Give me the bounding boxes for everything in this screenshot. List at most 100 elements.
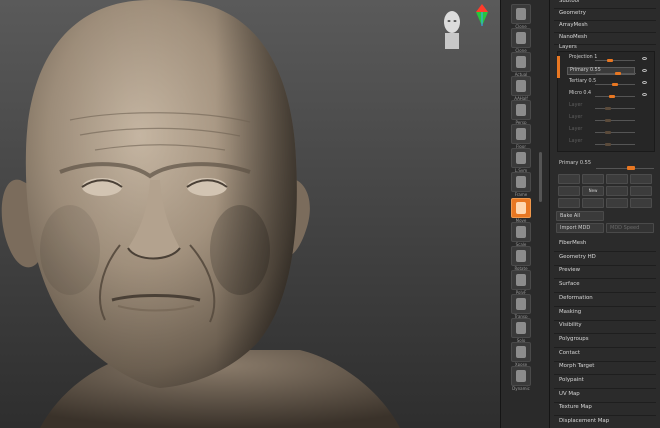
layer-row[interactable]: Layer <box>567 103 635 111</box>
layers-panel: Projection 1 Primary 0.55 Tertiary 0.5 Micr… <box>557 51 655 152</box>
layer-strength-track <box>595 60 635 61</box>
layer-name: Tertiary 0.5 <box>569 79 597 84</box>
shelf-button-rotate[interactable] <box>511 246 531 266</box>
shelf-button-actual[interactable] <box>511 52 531 72</box>
menu-preview[interactable]: Preview <box>559 267 580 273</box>
mdd-speed-slider[interactable]: MDD Speed <box>606 223 654 233</box>
shelf-button-scale[interactable] <box>511 222 531 242</box>
layer-strength-slider[interactable] <box>605 119 612 122</box>
layer-tool-button[interactable] <box>582 174 604 184</box>
layer-tool-button[interactable] <box>558 174 580 184</box>
transparency-icon <box>516 298 526 310</box>
actual-icon <box>516 56 526 68</box>
separator <box>554 278 656 280</box>
menu-fibermesh[interactable]: FiberMesh <box>559 240 586 246</box>
menu-nanomesh[interactable]: NanoMesh <box>559 34 587 40</box>
menu-geometry-hd[interactable]: Geometry HD <box>559 254 596 260</box>
shelf-button-clone[interactable] <box>511 4 531 24</box>
shelf-button-xpose[interactable] <box>511 342 531 362</box>
menu-texture-map[interactable]: Texture Map <box>559 404 592 410</box>
separator <box>554 374 656 376</box>
layer-row[interactable]: Layer <box>567 115 635 123</box>
layer-tool-button[interactable] <box>582 198 604 208</box>
menu-surface[interactable]: Surface <box>559 281 580 287</box>
scale-icon <box>516 226 526 238</box>
separator <box>554 8 656 9</box>
persp-icon <box>516 104 526 116</box>
shelf-button-l-sym[interactable] <box>511 148 531 168</box>
active-layer-marker <box>557 56 560 78</box>
shelf-button-clone[interactable] <box>511 28 531 48</box>
separator <box>554 20 656 21</box>
layer-row[interactable]: Layer <box>567 139 635 147</box>
shelf-scrollbar[interactable] <box>539 152 542 202</box>
menu-contact[interactable]: Contact <box>559 350 580 356</box>
eye-icon[interactable] <box>642 81 647 84</box>
menu-geometry[interactable]: Geometry <box>559 10 586 16</box>
layer-strength-slider[interactable] <box>614 72 621 75</box>
import-mdd-button[interactable]: Import MDD <box>556 223 604 233</box>
shelf-button-floor[interactable] <box>511 124 531 144</box>
menu-morph-target[interactable]: Morph Target <box>559 363 594 369</box>
eye-icon[interactable] <box>642 57 647 60</box>
layer-tool-button[interactable] <box>630 174 652 184</box>
shelf-button-aahalf[interactable] <box>511 76 531 96</box>
dynamic-icon <box>516 370 526 382</box>
active-layer-value: Primary 0.55 <box>559 160 592 166</box>
layer-tool-button[interactable] <box>630 198 652 208</box>
menu-polygroups[interactable]: Polygroups <box>559 336 589 342</box>
layer-strength-slider[interactable] <box>605 107 612 110</box>
separator <box>554 251 656 252</box>
layer-tool-button[interactable] <box>558 186 580 196</box>
layer-row[interactable]: Micro 0.4 <box>567 91 635 99</box>
layer-name: Layer <box>569 103 583 108</box>
menu-polypaint[interactable]: Polypaint <box>559 377 584 383</box>
layer-row[interactable]: Primary 0.55 <box>567 67 636 75</box>
shelf-button-dynamic[interactable] <box>511 366 531 386</box>
menu-visibility[interactable]: Visibility <box>559 322 582 328</box>
shelf-button-label: Frame <box>514 192 528 197</box>
menu-masking[interactable]: Masking <box>559 309 581 315</box>
bake-all-button[interactable]: Bake All <box>556 211 604 221</box>
menu-displacement-map[interactable]: Displacement Map <box>559 418 609 424</box>
layer-tool-button[interactable] <box>606 174 628 184</box>
shelf-button-move[interactable] <box>511 198 531 218</box>
layers-title[interactable]: Layers <box>559 44 577 50</box>
shelf-button-transp[interactable] <box>511 294 531 314</box>
menu-deformation[interactable]: Deformation <box>559 295 593 301</box>
layer-strength-track <box>595 96 635 97</box>
layer-row[interactable]: Projection 1 <box>567 55 635 63</box>
layer-tool-button[interactable] <box>558 198 580 208</box>
layer-strength-track <box>595 120 635 121</box>
active-layer-track <box>596 168 654 169</box>
eye-icon[interactable] <box>642 69 647 72</box>
shelf-button-persp[interactable] <box>511 100 531 120</box>
shelf-button-polyf[interactable] <box>511 270 531 290</box>
layer-row[interactable]: Layer <box>567 127 635 135</box>
active-layer-slider[interactable] <box>626 166 635 170</box>
rotate-icon <box>516 250 526 262</box>
solo-icon <box>516 322 526 334</box>
shelf-button-label: Dynamic <box>512 386 530 391</box>
menu-subtool[interactable]: Subtool <box>559 0 579 4</box>
clone-icon <box>516 8 526 20</box>
menu-arraymesh[interactable]: ArrayMesh <box>559 22 588 28</box>
eye-icon[interactable] <box>642 93 647 96</box>
sculpt-viewport[interactable] <box>0 0 500 428</box>
layer-strength-slider[interactable] <box>612 83 618 86</box>
layer-name: Layer <box>569 127 583 132</box>
layer-strength-slider[interactable] <box>605 131 612 134</box>
layer-tool-button[interactable] <box>630 186 652 196</box>
layer-row[interactable]: Tertiary 0.5 <box>567 79 635 87</box>
navigation-gizmo[interactable] <box>436 2 492 58</box>
xpose-icon <box>516 346 526 358</box>
shelf-button-frame[interactable] <box>511 172 531 192</box>
layer-tool-button[interactable]: New <box>582 186 604 196</box>
layer-tool-button[interactable] <box>606 186 628 196</box>
layer-tool-button[interactable] <box>606 198 628 208</box>
layer-strength-slider[interactable] <box>608 95 615 98</box>
layer-strength-slider[interactable] <box>605 143 612 146</box>
layer-strength-slider[interactable] <box>606 59 613 62</box>
menu-uv-map[interactable]: UV Map <box>559 391 580 397</box>
shelf-button-solo[interactable] <box>511 318 531 338</box>
